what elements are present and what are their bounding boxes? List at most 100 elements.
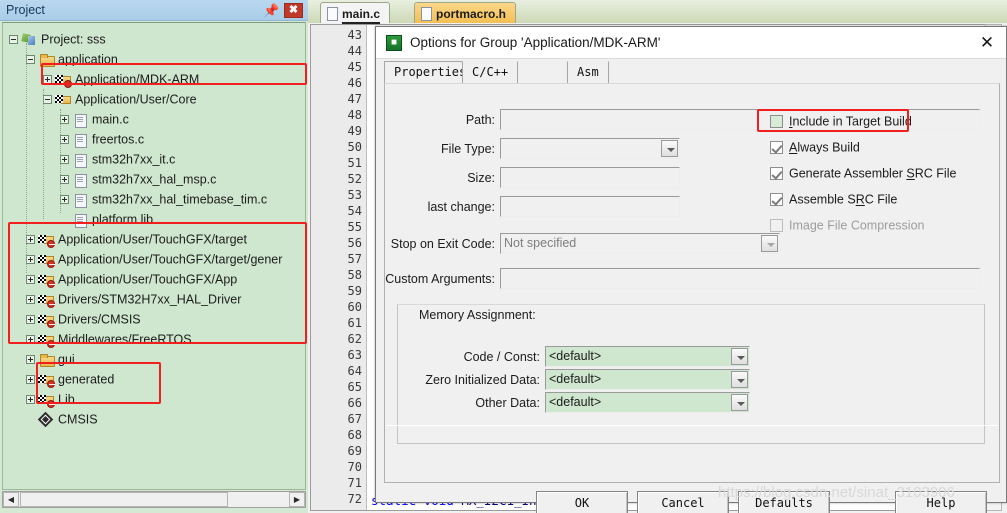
project-tree-container[interactable]: Project: sss application Application/MDK-A… [2, 22, 306, 490]
project-horizontal-scrollbar[interactable]: ◀ ▶ [2, 491, 306, 508]
line-number: 46 [347, 76, 362, 90]
chevron-down-icon[interactable] [761, 235, 778, 252]
custom-arguments-field[interactable] [500, 268, 980, 289]
line-number: 52 [347, 172, 362, 186]
tree-item[interactable]: main.c [60, 109, 129, 129]
checkbox-always-build[interactable]: Always Build [770, 138, 860, 156]
expand-icon[interactable] [43, 75, 52, 85]
tree-item[interactable]: Middlewares/FreeRTOS [26, 329, 192, 349]
expand-icon[interactable] [26, 335, 35, 345]
expand-icon[interactable] [26, 375, 35, 385]
tree-item[interactable]: Drivers/STM32H7xx_HAL_Driver [26, 289, 241, 309]
tree-item[interactable]: stm32h7xx_hal_timebase_tim.c [60, 189, 267, 209]
tree-item[interactable]: application [26, 49, 118, 69]
group-excluded-icon [38, 373, 55, 388]
zero-initialized-data-combo[interactable]: <default> [545, 369, 750, 390]
dialog-separator [386, 425, 998, 426]
expand-icon[interactable] [26, 295, 35, 305]
other-data-combo[interactable]: <default> [545, 392, 750, 413]
tree-item[interactable]: generated [26, 369, 114, 389]
tree-item[interactable]: stm32h7xx_it.c [60, 149, 175, 169]
cancel-button[interactable]: Cancel [637, 491, 729, 513]
scroll-right-button[interactable]: ▶ [289, 492, 305, 507]
tree-item[interactable]: stm32h7xx_hal_msp.c [60, 169, 216, 189]
collapse-icon[interactable] [9, 35, 18, 45]
tree-item[interactable]: CMSIS [26, 409, 98, 429]
last-change-field[interactable] [500, 196, 680, 217]
checkbox-box[interactable] [770, 115, 783, 129]
label-code-const: Code / Const: [463, 350, 540, 364]
line-number: 55 [347, 220, 362, 234]
code-const-combo[interactable]: <default> [545, 346, 750, 367]
expand-icon[interactable] [26, 315, 35, 325]
expand-icon[interactable] [26, 235, 35, 245]
scroll-left-button[interactable]: ◀ [3, 492, 19, 507]
checkbox-assemble-src-file[interactable]: Assemble SRC File [770, 190, 897, 208]
chevron-down-icon[interactable] [731, 348, 748, 365]
chevron-down-icon[interactable] [731, 371, 748, 388]
chevron-down-icon[interactable] [661, 140, 678, 157]
line-number: 65 [347, 380, 362, 394]
tree-item[interactable]: Application/User/TouchGFX/target [26, 229, 247, 249]
checkbox-generate-assembler-src-file[interactable]: Generate Assembler SRC File [770, 164, 956, 182]
expand-icon[interactable] [26, 255, 35, 265]
collapse-icon[interactable] [43, 95, 52, 105]
tree-item-label: Drivers/CMSIS [58, 312, 141, 327]
size-field[interactable] [500, 167, 680, 188]
checkbox-box[interactable] [770, 193, 783, 207]
project-icon [21, 32, 37, 47]
editor-tab-portmacro-h[interactable]: portmacro.h [414, 2, 517, 23]
collapse-icon[interactable] [26, 55, 35, 65]
label-stop-on-exit: Stop on Exit Code: [390, 237, 495, 251]
tree-item[interactable]: Application/User/TouchGFX/target/gener [26, 249, 282, 269]
line-number: 59 [347, 284, 362, 298]
expand-icon[interactable] [60, 135, 69, 145]
checkbox-image-file-compression: Image File Compression [770, 216, 924, 234]
checkbox-box[interactable] [770, 167, 783, 181]
tree-item[interactable]: gui [26, 349, 75, 369]
pin-icon[interactable]: 📌 [263, 3, 279, 18]
group-excluded-icon [38, 333, 55, 348]
editor-tab-main-c[interactable]: main.c [320, 2, 391, 24]
close-icon[interactable]: ✖ [284, 3, 303, 18]
file-type-combo[interactable] [500, 138, 680, 159]
tree-item[interactable]: Lib [26, 389, 75, 409]
expand-icon[interactable] [60, 115, 69, 125]
expand-icon[interactable] [26, 395, 35, 405]
tree-item[interactable]: freertos.c [60, 129, 144, 149]
tab-c-cpp-ac6[interactable]: C/C++ (AC6) [462, 61, 519, 100]
tree-item-label: CMSIS [58, 412, 98, 427]
expand-icon[interactable] [60, 195, 69, 205]
checkbox-box[interactable] [770, 141, 783, 155]
expand-icon[interactable] [60, 155, 69, 165]
ok-button[interactable]: OK [536, 491, 628, 513]
tree-item-label: platform.lib [92, 212, 154, 227]
tree-item[interactable]: Project: sss [9, 29, 106, 49]
tree-item[interactable]: Drivers/CMSIS [26, 309, 141, 329]
tree-item-label: Project: sss [41, 32, 106, 47]
checkbox-include-in-target-build[interactable]: Include in Target Build [770, 112, 912, 130]
group-excluded-icon [38, 313, 55, 328]
expand-icon[interactable] [26, 355, 35, 365]
expand-icon[interactable] [60, 175, 69, 185]
line-number: 69 [347, 444, 362, 458]
tree-connector [26, 43, 27, 273]
tree-item[interactable]: platform.lib [60, 209, 153, 229]
line-number: 62 [347, 332, 362, 346]
tree-item[interactable]: Application/User/TouchGFX/App [26, 269, 237, 289]
folder-icon [38, 53, 55, 67]
line-number: 70 [347, 460, 362, 474]
tree-item[interactable]: Application/User/Core [43, 89, 197, 109]
tree-item[interactable]: Application/MDK-ARM [43, 69, 199, 89]
close-icon[interactable]: ✕ [976, 33, 998, 53]
scroll-thumb[interactable] [20, 492, 228, 507]
tree-item-label: Application/MDK-ARM [75, 72, 200, 87]
tree-item-label: Application/User/TouchGFX/App [58, 272, 238, 287]
tree-item-label: main.c [92, 112, 129, 127]
tab-asm[interactable]: Asm [567, 61, 609, 83]
chevron-down-icon[interactable] [731, 394, 748, 411]
expand-icon[interactable] [26, 275, 35, 285]
stop-on-exit-combo[interactable]: Not specified [500, 233, 780, 254]
line-number: 50 [347, 140, 362, 154]
